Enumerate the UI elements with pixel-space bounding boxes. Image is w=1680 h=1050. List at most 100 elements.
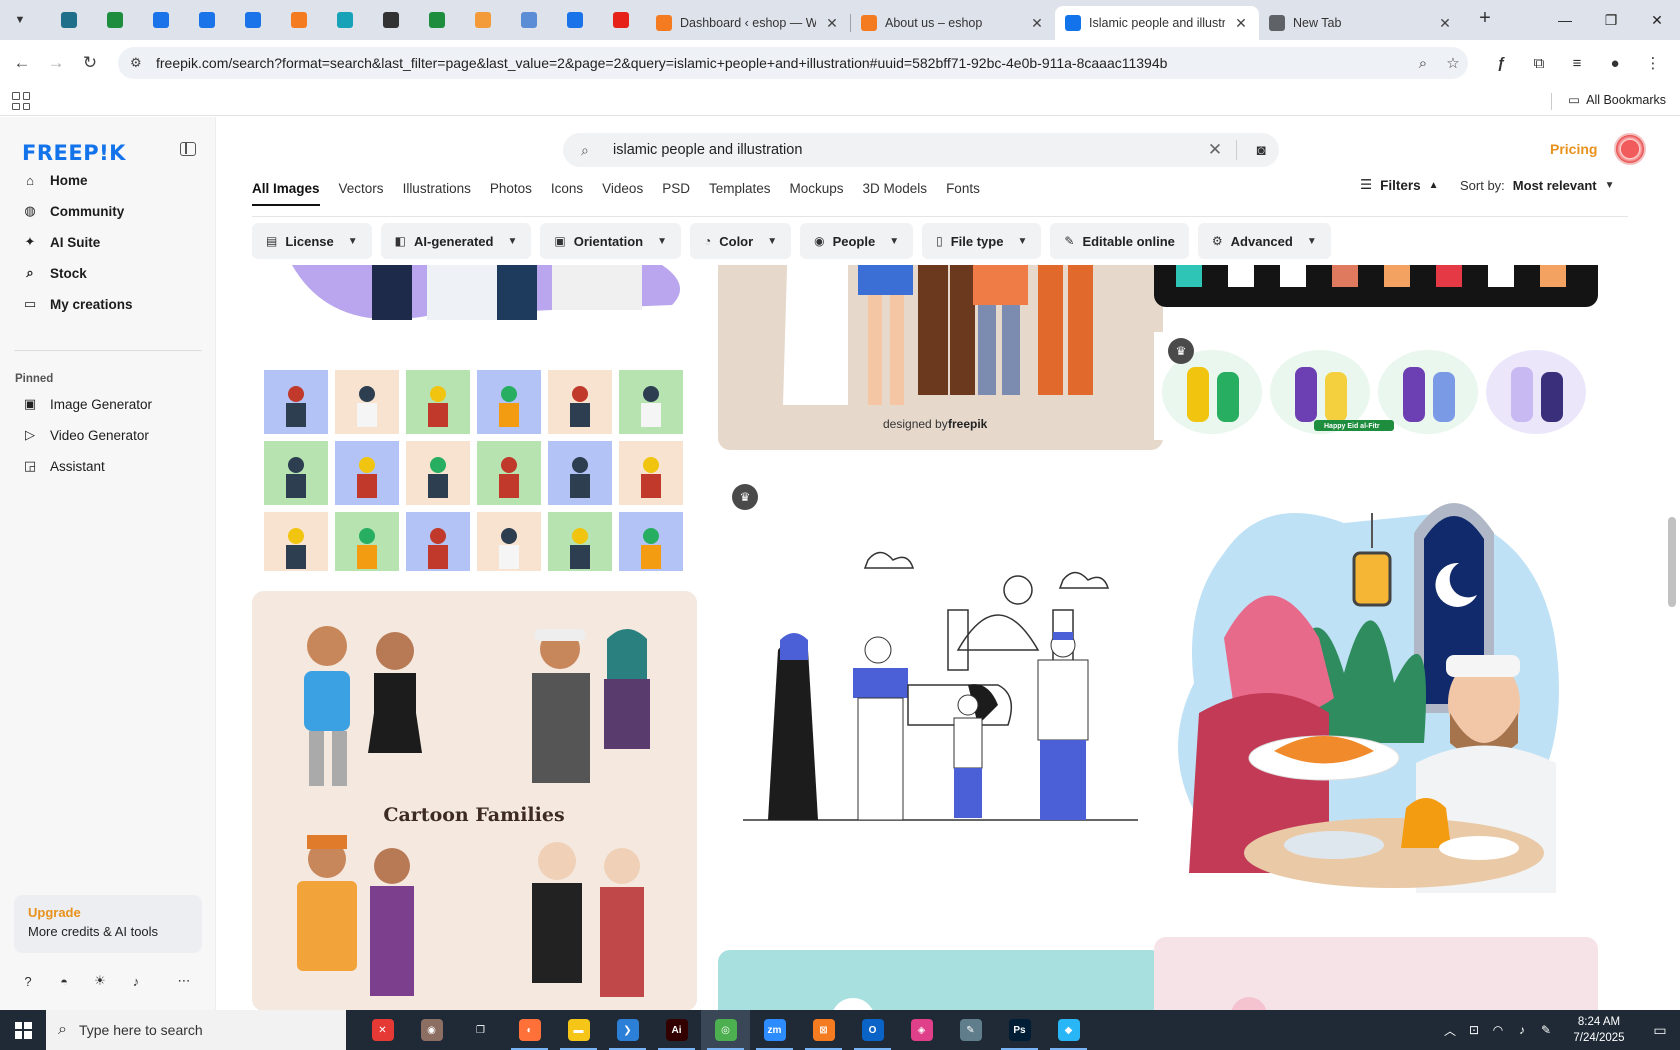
windows-start-icon[interactable] — [0, 1010, 46, 1050]
result-card[interactable] — [252, 366, 697, 571]
sort-dropdown[interactable]: Sort by: Most relevant ▼ — [1460, 178, 1615, 193]
sidebar-item-ai-suite[interactable]: ✦ AI Suite — [14, 227, 204, 257]
wifi-icon[interactable]: ◠ — [1486, 1023, 1510, 1037]
site-info-icon[interactable]: ⚙ — [130, 55, 150, 71]
forward-icon[interactable]: → — [40, 47, 72, 79]
taskbar-app[interactable]: ◉ — [407, 1010, 456, 1050]
taskbar-app[interactable]: Ai — [652, 1010, 701, 1050]
result-card[interactable] — [1154, 265, 1598, 307]
all-bookmarks[interactable]: ▭ All Bookmarks — [1568, 92, 1666, 108]
pinned-tab[interactable] — [368, 0, 414, 40]
browser-tab[interactable]: About us – eshop ✕ — [851, 6, 1055, 40]
sidebar-item-assistant[interactable]: ◲ Assistant — [14, 451, 204, 481]
tab-fonts[interactable]: Fonts — [946, 173, 980, 206]
browser-tab[interactable]: Islamic people and illustr… ✕ — [1055, 6, 1259, 40]
close-tab-icon[interactable]: ✕ — [824, 15, 840, 32]
tab-illustrations[interactable]: Illustrations — [403, 173, 471, 206]
taskbar-app[interactable]: O — [848, 1010, 897, 1050]
taskbar-app[interactable]: ▬ — [554, 1010, 603, 1050]
minimize-icon[interactable]: — — [1542, 0, 1588, 40]
close-tab-icon[interactable]: ✕ — [1029, 15, 1045, 32]
result-card[interactable] — [1154, 937, 1598, 1010]
filter-advanced[interactable]: ⚙ Advanced ▼ — [1197, 223, 1331, 259]
search-bar[interactable]: ⌕ islamic people and illustration ✕ ◙ — [563, 133, 1279, 167]
pinned-tab[interactable] — [598, 0, 644, 40]
filter-editable-online[interactable]: ✎ Editable online — [1050, 223, 1189, 259]
restore-icon[interactable]: ❐ — [1588, 0, 1634, 40]
bell-icon[interactable]: ♪ — [128, 973, 144, 989]
filter-ai-generated[interactable]: ◧ AI-generated ▼ — [380, 223, 532, 259]
page-scrollbar[interactable] — [1664, 117, 1680, 1010]
clear-search-icon[interactable]: ✕ — [1200, 140, 1230, 160]
extension-f-icon[interactable]: ƒ — [1484, 46, 1518, 80]
pen-tray-icon[interactable]: ✎ — [1534, 1023, 1558, 1037]
result-card[interactable]: designed by freepik — [718, 265, 1163, 450]
taskbar-app[interactable]: ✎ — [946, 1010, 995, 1050]
tab-3d-models[interactable]: 3D Models — [863, 173, 928, 206]
pinned-tab[interactable] — [276, 0, 322, 40]
network-icon[interactable]: ⊡ — [1462, 1023, 1486, 1037]
zoom-icon[interactable]: ⌕ — [1408, 55, 1438, 72]
tab-psd[interactable]: PSD — [662, 173, 690, 206]
sidebar-item-video-generator[interactable]: ▷ Video Generator — [14, 420, 204, 450]
freepik-logo[interactable]: FREEP!K — [22, 141, 126, 165]
sidebar-collapse-icon[interactable] — [180, 142, 196, 156]
filters-toggle[interactable]: ☰ Filters ▲ — [1360, 177, 1439, 193]
browser-tab[interactable]: Dashboard ‹ eshop — W… ✕ — [646, 6, 850, 40]
taskbar-app[interactable]: ◈ — [897, 1010, 946, 1050]
theme-sun-icon[interactable]: ☀ — [92, 973, 108, 989]
result-card[interactable]: Cartoon Families — [252, 591, 697, 1010]
pinned-tab[interactable] — [46, 0, 92, 40]
url-text[interactable]: freepik.com/search?format=search&last_fi… — [156, 55, 1408, 71]
tab-photos[interactable]: Photos — [490, 173, 532, 206]
pinned-tab[interactable] — [184, 0, 230, 40]
filter-file-type[interactable]: ▯ File type ▼ — [922, 223, 1042, 259]
close-tab-icon[interactable]: ✕ — [1233, 15, 1249, 32]
pinned-tab[interactable] — [414, 0, 460, 40]
tab-videos[interactable]: Videos — [602, 173, 643, 206]
scrollbar-thumb[interactable] — [1668, 517, 1676, 607]
sidebar-item-stock[interactable]: ⌕ Stock — [14, 258, 204, 288]
menu-icon[interactable]: ⋮ — [1636, 46, 1670, 80]
result-card[interactable]: ♛ — [718, 470, 1163, 890]
taskbar-app[interactable]: Ps — [995, 1010, 1044, 1050]
tab-templates[interactable]: Templates — [709, 173, 771, 206]
pinned-tab[interactable] — [460, 0, 506, 40]
pinned-tab[interactable] — [322, 0, 368, 40]
upgrade-card[interactable]: Upgrade More credits & AI tools — [14, 895, 202, 953]
search-input[interactable]: islamic people and illustration — [613, 142, 1200, 158]
new-tab-button[interactable]: + — [1471, 5, 1499, 33]
taskbar-app[interactable]: ⊠ — [799, 1010, 848, 1050]
filter-orientation[interactable]: ▣ Orientation ▼ — [540, 223, 681, 259]
pricing-link[interactable]: Pricing — [1550, 141, 1597, 157]
back-icon[interactable]: ← — [6, 47, 38, 79]
taskbar-search[interactable]: ⌕ Type here to search — [46, 1010, 346, 1050]
result-card[interactable]: Happy Eid al-Fitr ♛ — [1154, 332, 1598, 440]
browser-tab[interactable]: New Tab ✕ — [1259, 6, 1463, 40]
taskbar-app[interactable]: ◆ — [1044, 1010, 1093, 1050]
result-card[interactable] — [252, 265, 697, 330]
profile-avatar-icon[interactable]: ● — [1598, 46, 1632, 80]
discord-icon[interactable]: ◓ — [56, 973, 72, 989]
filter-color[interactable]: ◔ Color ▼ — [689, 223, 792, 259]
close-tab-icon[interactable]: ✕ — [1437, 15, 1453, 32]
taskbar-app[interactable]: zm — [750, 1010, 799, 1050]
apps-grid-icon[interactable] — [12, 92, 30, 110]
tab-icons[interactable]: Icons — [551, 173, 583, 206]
tray-chevron-up-icon[interactable]: ︿ — [1438, 1022, 1462, 1039]
notification-icon[interactable]: ▭ — [1640, 1022, 1680, 1039]
tab-search-icon[interactable]: ▼ — [8, 8, 32, 32]
taskbar-app[interactable]: ◐ — [505, 1010, 554, 1050]
filter-license[interactable]: ▤ License ▼ — [252, 223, 372, 259]
tab-mockups[interactable]: Mockups — [790, 173, 844, 206]
extensions-puzzle-icon[interactable]: ⧉ — [1522, 46, 1556, 80]
sidebar-item-community[interactable]: ◍ Community — [14, 196, 204, 226]
address-bar[interactable]: ⚙ freepik.com/search?format=search&last_… — [118, 47, 1468, 79]
sidebar-item-home[interactable]: ⌂ Home — [14, 165, 204, 195]
camera-search-icon[interactable]: ◙ — [1243, 142, 1279, 159]
result-card[interactable] — [1154, 473, 1598, 903]
tab-all-images[interactable]: All Images — [252, 173, 320, 206]
taskbar-app[interactable]: ❐ — [456, 1010, 505, 1050]
help-icon[interactable]: ? — [20, 973, 36, 989]
close-window-icon[interactable]: ✕ — [1634, 0, 1680, 40]
